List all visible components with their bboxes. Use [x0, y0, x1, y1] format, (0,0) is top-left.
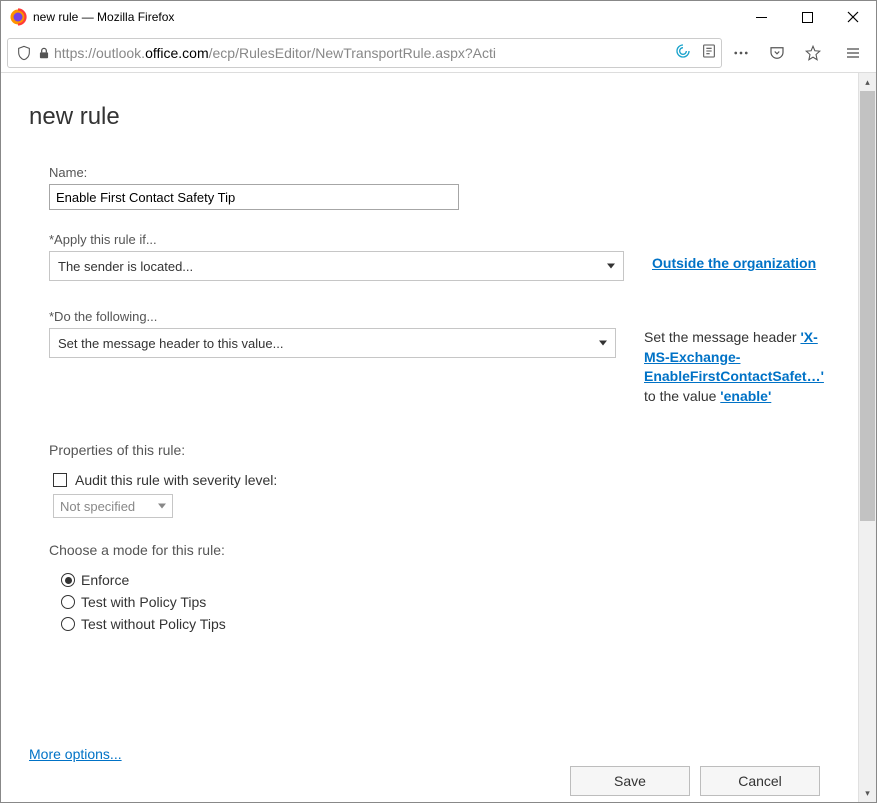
mode-label: Choose a mode for this rule: — [29, 542, 834, 558]
severity-value: Not specified — [60, 499, 135, 514]
do-following-label: *Do the following... — [29, 309, 834, 324]
scroll-up-icon[interactable]: ▴ — [859, 73, 876, 91]
action-dropdown[interactable]: Set the message header to this value... — [49, 328, 616, 358]
sender-location-link[interactable]: Outside the organization — [652, 251, 816, 271]
chevron-down-icon — [599, 341, 607, 346]
tracking-shield-icon[interactable] — [16, 45, 32, 61]
close-button[interactable] — [830, 1, 876, 33]
minimize-button[interactable] — [738, 1, 784, 33]
maximize-button[interactable] — [784, 1, 830, 33]
audit-checkbox[interactable] — [53, 473, 67, 487]
severity-dropdown[interactable]: Not specified — [53, 494, 173, 518]
lock-icon[interactable] — [36, 45, 52, 61]
scroll-down-icon[interactable]: ▾ — [859, 784, 876, 802]
page-title: new rule — [29, 103, 834, 131]
mode-label-enforce: Enforce — [81, 572, 129, 588]
mode-radio-enforce[interactable] — [61, 573, 75, 587]
name-label: Name: — [29, 165, 834, 180]
vertical-scrollbar[interactable]: ▴ ▾ — [858, 73, 876, 802]
chevron-down-icon — [158, 504, 166, 509]
window-title: new rule — Mozilla Firefox — [33, 10, 174, 24]
header-value-link[interactable]: 'enable' — [720, 388, 771, 404]
action-selected: Set the message header to this value... — [58, 336, 283, 351]
bookmark-star-icon[interactable] — [796, 39, 830, 67]
apply-rule-selected: The sender is located... — [58, 259, 193, 274]
window-controls — [738, 1, 876, 33]
mode-radio-test-tips[interactable] — [61, 595, 75, 609]
firefox-icon — [9, 8, 27, 26]
cancel-button[interactable]: Cancel — [700, 766, 820, 796]
swirl-icon[interactable] — [675, 43, 691, 62]
page-actions-icon[interactable] — [724, 39, 758, 67]
url-box[interactable]: https://outlook.office.com/ecp/RulesEdit… — [7, 38, 722, 68]
audit-label: Audit this rule with severity level: — [75, 472, 277, 488]
mode-label-test-notips: Test without Policy Tips — [81, 616, 226, 632]
mode-label-test-tips: Test with Policy Tips — [81, 594, 206, 610]
action-summary: Set the message header 'X-MS-Exchange-En… — [644, 328, 834, 406]
mode-radio-test-notips[interactable] — [61, 617, 75, 631]
more-options-link[interactable]: More options... — [29, 746, 122, 762]
url-domain: office.com — [145, 45, 209, 61]
chevron-down-icon — [607, 264, 615, 269]
url-path: /ecp/RulesEditor/NewTransportRule.aspx?A… — [209, 45, 496, 61]
apply-rule-label: *Apply this rule if... — [29, 232, 834, 247]
name-input[interactable] — [49, 184, 459, 210]
url-scheme: https://outlook. — [54, 45, 145, 61]
app-menu-icon[interactable] — [836, 39, 870, 67]
window-titlebar: new rule — Mozilla Firefox — [1, 1, 876, 33]
properties-label: Properties of this rule: — [29, 442, 834, 458]
apply-rule-dropdown[interactable]: The sender is located... — [49, 251, 624, 281]
pocket-icon[interactable] — [760, 39, 794, 67]
save-button[interactable]: Save — [570, 766, 690, 796]
scroll-thumb[interactable] — [860, 91, 875, 521]
page-content: new rule Name: *Apply this rule if... Th… — [1, 73, 858, 802]
reader-mode-icon[interactable] — [701, 43, 717, 62]
address-bar: https://outlook.office.com/ecp/RulesEdit… — [1, 33, 876, 73]
